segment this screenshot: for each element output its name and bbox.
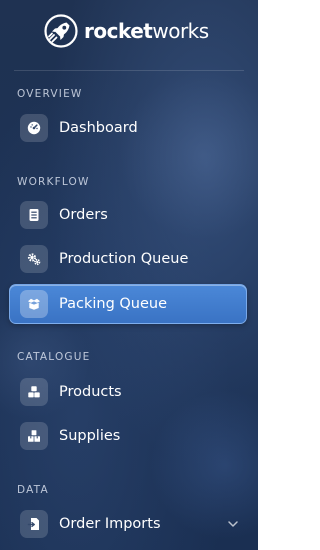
document-icon: [20, 201, 48, 229]
nav-label-supplies: Supplies: [59, 428, 121, 444]
boxes-icon: [20, 422, 48, 450]
nav-item-production-queue[interactable]: Production Queue: [9, 239, 247, 279]
brand-name-bold: rocket: [84, 19, 153, 43]
nav-item-order-imports[interactable]: Order Imports: [9, 504, 247, 544]
nav-label-products: Products: [59, 384, 122, 400]
box-icon: [20, 290, 48, 318]
gears-icon: [20, 245, 48, 273]
chevron-down-icon[interactable]: [227, 518, 239, 530]
nav-item-products[interactable]: Products: [9, 372, 247, 412]
sidebar: rocketworks OVERVIEW Dashboard WORKFLOW …: [0, 0, 258, 550]
nav-item-orders[interactable]: Orders: [9, 195, 247, 235]
nav-label-orders: Orders: [59, 207, 108, 223]
section-label-data: DATA: [17, 484, 49, 496]
rocket-icon: [44, 14, 78, 48]
file-import-icon: [20, 510, 48, 538]
brand-logo[interactable]: rocketworks: [44, 13, 209, 49]
nav-label-dashboard: Dashboard: [59, 120, 138, 136]
nav-label-production-queue: Production Queue: [59, 251, 189, 267]
brand-name-light: works: [152, 19, 209, 43]
nav-label-packing-queue: Packing Queue: [59, 296, 168, 312]
section-label-overview: OVERVIEW: [17, 88, 83, 100]
section-label-catalogue: CATALOGUE: [17, 351, 91, 363]
cubes-icon: [20, 378, 48, 406]
nav-label-order-imports: Order Imports: [59, 516, 161, 532]
nav-item-supplies[interactable]: Supplies: [9, 416, 247, 456]
dashboard-gauge-icon: [20, 114, 48, 142]
header-divider: [14, 70, 244, 71]
nav-item-packing-queue[interactable]: Packing Queue: [9, 284, 247, 324]
brand-name: rocketworks: [84, 19, 209, 43]
nav-item-dashboard[interactable]: Dashboard: [9, 108, 247, 148]
section-label-workflow: WORKFLOW: [17, 176, 90, 188]
